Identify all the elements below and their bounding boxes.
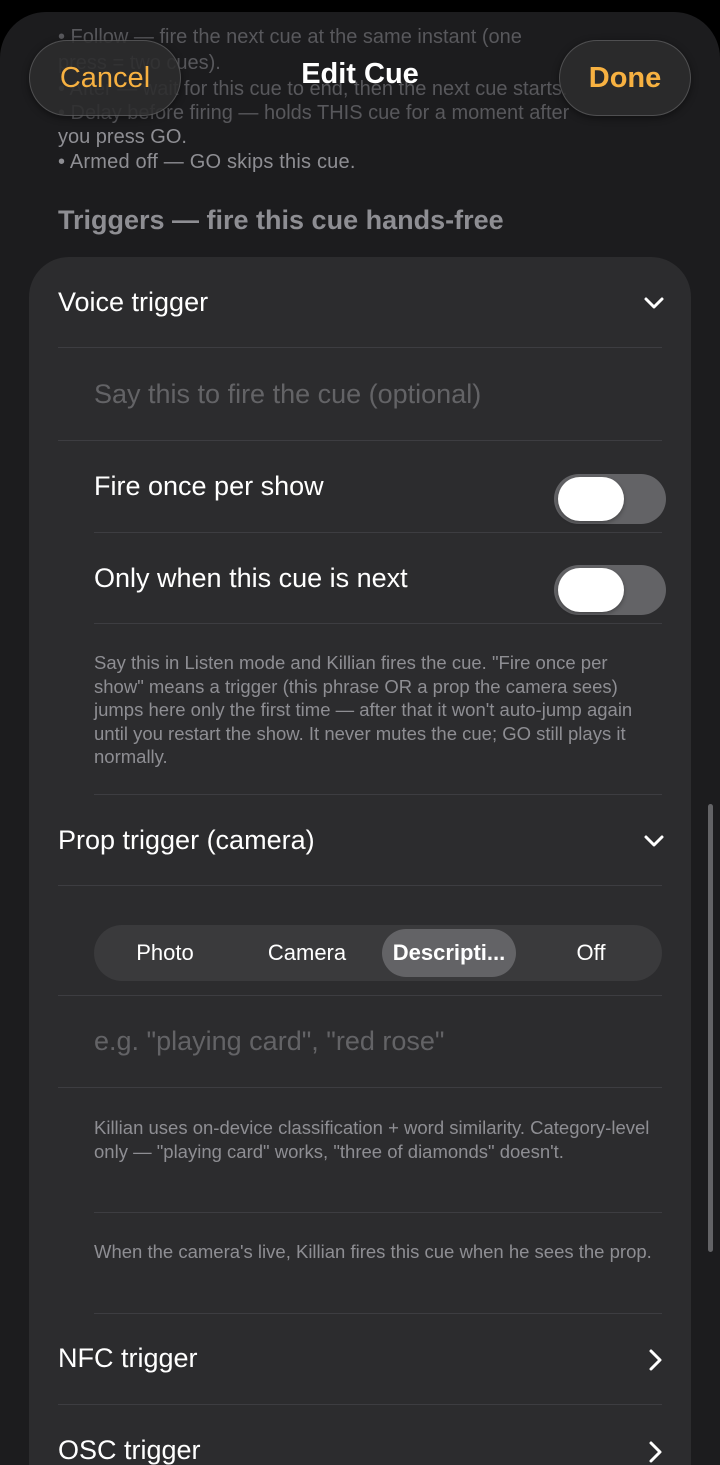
only-when-next-label: Only when this cue is next (94, 563, 408, 593)
done-button[interactable]: Done (559, 40, 691, 116)
voice-phrase-input[interactable]: Say this to fire the cue (optional) (94, 379, 481, 410)
divider (94, 532, 662, 533)
prop-camera-help: When the camera's live, Killian fires th… (94, 1241, 652, 1262)
fire-once-label: Fire once per show (94, 471, 324, 501)
toggle-knob (558, 568, 624, 612)
chevron-right-icon[interactable] (643, 1440, 667, 1464)
divider (94, 1313, 662, 1314)
divider (58, 1404, 662, 1405)
divider (94, 623, 662, 624)
segment-camera[interactable]: Camera (240, 929, 374, 977)
divider (58, 440, 662, 441)
voice-trigger-title[interactable]: Voice trigger (58, 287, 208, 318)
divider (58, 347, 662, 348)
edit-cue-sheet: • Follow — fire the next cue at the same… (0, 12, 720, 1465)
divider (58, 995, 662, 996)
voice-trigger-help: Say this in Listen mode and Killian fire… (94, 652, 633, 767)
help-delay-line-2: you press GO. (58, 126, 187, 148)
segment-photo[interactable]: Photo (98, 929, 232, 977)
divider (94, 794, 662, 795)
help-armed-line: • Armed off — GO skips this cue. (58, 151, 356, 173)
osc-trigger-title[interactable]: OSC trigger (58, 1435, 201, 1465)
prop-trigger-title[interactable]: Prop trigger (camera) (58, 825, 315, 856)
only-when-next-toggle[interactable] (554, 565, 666, 615)
segment-description[interactable]: Descripti... (382, 929, 516, 977)
prop-mode-segmented-control: Photo Camera Descripti... Off (94, 925, 662, 981)
triggers-section-title: Triggers — fire this cue hands-free (58, 205, 504, 235)
triggers-card: Voice trigger Say this to fire the cue (… (29, 257, 691, 1465)
segment-off[interactable]: Off (524, 929, 658, 977)
divider (58, 1087, 662, 1088)
prop-classification-help: Killian uses on-device classification + … (94, 1117, 650, 1162)
scrollbar[interactable] (708, 804, 713, 1252)
divider (94, 1212, 662, 1213)
toggle-knob (558, 477, 624, 521)
chevron-down-icon[interactable] (642, 829, 666, 853)
divider (58, 885, 662, 886)
prop-description-input[interactable]: e.g. "playing card", "red rose" (94, 1026, 445, 1057)
chevron-down-icon[interactable] (642, 291, 666, 315)
fire-once-toggle[interactable] (554, 474, 666, 524)
nfc-trigger-title[interactable]: NFC trigger (58, 1343, 198, 1374)
chevron-right-icon[interactable] (643, 1348, 667, 1372)
